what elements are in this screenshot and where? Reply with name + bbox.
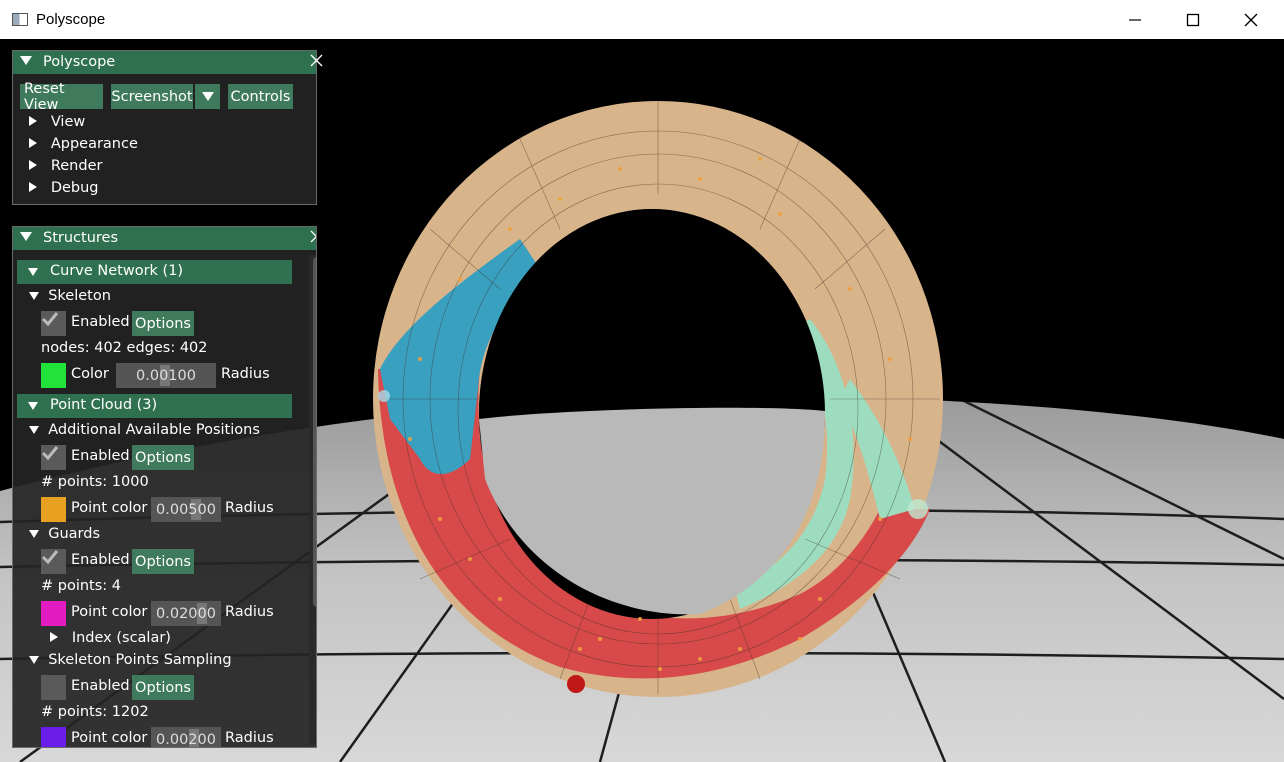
app-icon — [12, 13, 28, 26]
scrollbar-thumb[interactable] — [313, 257, 316, 607]
menu-view-label: View — [50, 114, 86, 130]
menu-appearance-label: Appearance — [50, 136, 138, 152]
skeleton-enabled-label: Enabled — [71, 314, 130, 330]
additional-color-label: Point color — [71, 500, 148, 516]
guards-enabled-label: Enabled — [71, 552, 130, 568]
reset-view-button[interactable]: Reset View — [20, 81, 103, 113]
screenshot-button[interactable]: Screenshot — [111, 84, 193, 109]
collapse-triangle-icon — [28, 402, 38, 410]
skeleton-radius-value: 0.00100 — [136, 367, 196, 384]
additional-radius-label: Radius — [225, 500, 274, 516]
expand-triangle-icon — [29, 138, 37, 148]
guards-color-label: Point color — [71, 604, 148, 620]
maximize-icon — [1186, 13, 1200, 26]
sampling-color-swatch[interactable] — [41, 727, 66, 747]
guards-index-quantity[interactable]: Index (scalar) — [50, 630, 171, 646]
minimize-button[interactable] — [1106, 0, 1164, 39]
collapse-triangle-icon — [29, 426, 39, 434]
polyscope-panel-header[interactable]: Polyscope — [13, 51, 323, 74]
polyscope-panel-title: Polyscope — [43, 54, 116, 70]
sampling-label: Skeleton Points Sampling — [48, 652, 232, 668]
guards-options-button[interactable]: Options — [132, 549, 194, 574]
collapse-triangle-icon — [29, 292, 39, 300]
additional-enabled-label: Enabled — [71, 448, 130, 464]
guards-radius-value: 0.02000 — [156, 605, 216, 622]
checkmark-icon — [41, 312, 59, 327]
skeleton-tree-node[interactable]: Skeleton — [29, 288, 111, 304]
skeleton-radius-label: Radius — [221, 366, 270, 382]
checkmark-icon — [41, 446, 59, 461]
sampling-enabled-label: Enabled — [71, 678, 130, 694]
curve-network-header[interactable]: Curve Network (1) — [17, 260, 292, 284]
menu-debug[interactable]: Debug — [29, 180, 99, 196]
torus-mesh — [373, 101, 943, 697]
collapse-triangle-icon[interactable] — [20, 232, 32, 241]
sampling-color-label: Point color — [71, 730, 148, 746]
menu-render[interactable]: Render — [29, 158, 102, 174]
sampling-radius-field[interactable]: 0.00200 — [151, 727, 221, 748]
sampling-radius-label: Radius — [225, 730, 274, 746]
menu-view[interactable]: View — [29, 114, 85, 130]
additional-enabled-checkbox[interactable] — [41, 445, 66, 470]
sampling-enabled-checkbox[interactable] — [41, 675, 66, 700]
close-icon — [1244, 13, 1258, 26]
skeleton-label: Skeleton — [48, 288, 111, 304]
skeleton-color-swatch[interactable] — [41, 363, 66, 388]
additional-positions-tree-node[interactable]: Additional Available Positions — [29, 422, 260, 438]
skeleton-stats: nodes: 402 edges: 402 — [41, 340, 208, 356]
controls-button[interactable]: Controls — [228, 84, 293, 109]
maximize-button[interactable] — [1164, 0, 1222, 39]
polyscope-panel: Polyscope Reset View Screenshot Controls… — [12, 50, 323, 205]
skeleton-enabled-checkbox[interactable] — [41, 311, 66, 336]
title-bar: Polyscope — [0, 0, 1284, 40]
minimize-icon — [1129, 18, 1141, 21]
sampling-stats: # points: 1202 — [41, 704, 149, 720]
3d-viewport[interactable]: Polyscope Reset View Screenshot Controls… — [0, 39, 1284, 762]
collapse-triangle-icon — [29, 530, 39, 538]
skeleton-color-label: Color — [71, 366, 109, 382]
menu-appearance[interactable]: Appearance — [29, 136, 138, 152]
additional-stats: # points: 1000 — [41, 474, 149, 490]
additional-radius-value: 0.00500 — [156, 501, 216, 518]
checkmark-icon — [41, 550, 59, 565]
additional-color-swatch[interactable] — [41, 497, 66, 522]
guards-radius-field[interactable]: 0.02000 — [151, 601, 221, 626]
skeleton-radius-field[interactable]: 0.00100 — [116, 363, 216, 388]
expand-triangle-icon — [29, 182, 37, 192]
structures-panel-header[interactable]: Structures — [13, 227, 316, 250]
curve-network-label: Curve Network (1) — [50, 263, 184, 279]
close-window-button[interactable] — [1222, 0, 1280, 39]
point-cloud-header[interactable]: Point Cloud (3) — [17, 394, 292, 418]
additional-positions-label: Additional Available Positions — [48, 422, 260, 438]
guards-tree-node[interactable]: Guards — [29, 526, 100, 542]
screenshot-dropdown-button[interactable] — [195, 84, 220, 109]
collapse-triangle-icon — [29, 656, 39, 664]
guards-stats: # points: 4 — [41, 578, 122, 594]
point-cloud-label: Point Cloud (3) — [50, 397, 158, 413]
additional-radius-field[interactable]: 0.00500 — [151, 497, 221, 522]
menu-render-label: Render — [50, 158, 103, 174]
expand-triangle-icon — [50, 632, 58, 642]
structures-panel: Structures Curve Network (1) Skeleton En… — [12, 226, 317, 748]
guards-enabled-checkbox[interactable] — [41, 549, 66, 574]
guards-index-label: Index (scalar) — [71, 630, 171, 646]
window-title: Polyscope — [36, 11, 106, 28]
skeleton-options-button[interactable]: Options — [132, 311, 194, 336]
sampling-options-button[interactable]: Options — [132, 675, 194, 700]
sampling-radius-value: 0.00200 — [156, 731, 216, 748]
menu-debug-label: Debug — [50, 180, 99, 196]
collapse-triangle-icon[interactable] — [20, 56, 32, 65]
guards-radius-label: Radius — [225, 604, 274, 620]
collapse-triangle-icon — [28, 268, 38, 276]
additional-options-button[interactable]: Options — [132, 445, 194, 470]
guards-label: Guards — [48, 526, 100, 542]
structures-panel-title: Structures — [43, 230, 119, 246]
sampling-tree-node[interactable]: Skeleton Points Sampling — [29, 652, 232, 668]
chevron-down-icon — [201, 92, 214, 101]
expand-triangle-icon — [29, 116, 37, 126]
guards-color-swatch[interactable] — [41, 601, 66, 626]
expand-triangle-icon — [29, 160, 37, 170]
